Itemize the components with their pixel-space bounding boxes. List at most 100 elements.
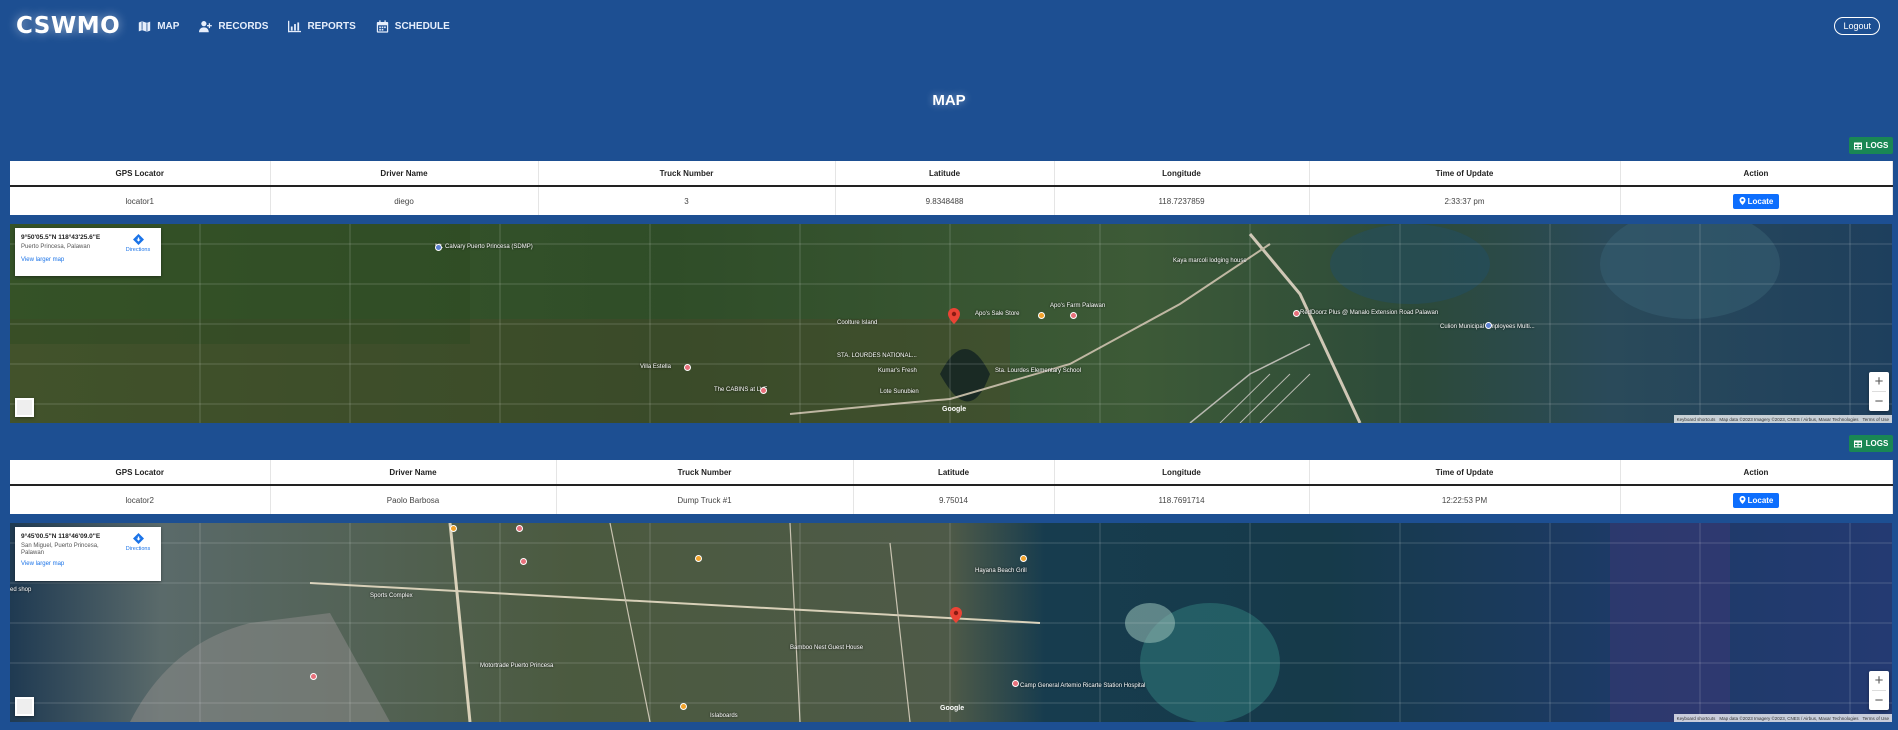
map-data-text: Map data ©2023 Imagery ©2023, CNES / Air… [1719, 715, 1859, 721]
cell-lat: 9.75014 [853, 485, 1055, 514]
brand-logo[interactable]: CSWMO [16, 13, 120, 39]
col-header-lat: Latitude [835, 161, 1055, 187]
col-header-driver: Driver Name [270, 161, 539, 187]
map-label: Sta. Lourdes Elementary School [995, 368, 1082, 374]
cell-lng: 118.7691714 [1054, 485, 1310, 514]
cell-action: Locate [1620, 485, 1893, 514]
locator-table-2: GPS Locator Driver Name Truck Number Lat… [10, 460, 1893, 514]
col-header-lng: Longitude [1054, 460, 1310, 486]
map-label: ed shop [10, 587, 32, 593]
map-label: Lote Sunubien [880, 389, 919, 395]
zoom-control: + − [1869, 671, 1889, 710]
table-row: locator1 diego 3 9.8348488 118.7237859 2… [10, 186, 1893, 215]
page-title: MAP [932, 92, 966, 109]
map-attribution: Keyboard shortcuts Map data ©2023 Imager… [1673, 415, 1892, 423]
table-header-row: GPS Locator Driver Name Truck Number Lat… [10, 161, 1893, 187]
col-header-gps: GPS Locator [10, 460, 271, 486]
table-header-row: GPS Locator Driver Name Truck Number Lat… [10, 460, 1893, 486]
poi-marker[interactable] [680, 703, 687, 710]
google-logo: Google [940, 705, 965, 712]
poi-marker[interactable] [1293, 310, 1300, 317]
cell-truck: Dump Truck #1 [556, 485, 854, 514]
logs-button-2[interactable]: LOGS [1849, 435, 1893, 452]
zoom-in-button[interactable]: + [1869, 372, 1889, 391]
col-header-truck: Truck Number [538, 161, 836, 187]
directions-link[interactable]: Directions [123, 533, 153, 552]
nav-schedule-label: SCHEDULE [394, 20, 450, 32]
map-label: Mt. Calvary Puerto Princesa (SDMP) [435, 244, 533, 250]
directions-icon [132, 533, 144, 544]
poi-marker[interactable] [684, 364, 691, 371]
nav-reports-label: REPORTS [307, 20, 356, 32]
view-larger-map-link[interactable]: View larger map [21, 257, 155, 263]
nav-map[interactable]: MAP [138, 20, 179, 33]
nav-records[interactable]: RECORDS [199, 20, 268, 33]
logs-label: LOGS [1865, 141, 1889, 150]
map-marker-icon [1739, 496, 1746, 504]
col-header-driver: Driver Name [270, 460, 557, 486]
map-type-thumbnail[interactable] [15, 697, 34, 716]
cell-time: 12:22:53 PM [1309, 485, 1621, 514]
map-icon [139, 20, 151, 32]
zoom-in-button[interactable]: + [1869, 671, 1889, 690]
cell-lng: 118.7237859 [1054, 186, 1310, 215]
poi-marker[interactable] [516, 525, 523, 532]
map-place: San Miguel, Puerto Princesa, Palawan [21, 543, 99, 556]
table-icon [1853, 142, 1862, 149]
keyboard-shortcuts-link[interactable]: Keyboard shortcuts [1677, 417, 1716, 422]
map-type-thumbnail[interactable] [15, 398, 34, 417]
terms-link[interactable]: Terms of Use [1862, 417, 1889, 422]
locate-label: Locate [1747, 495, 1774, 505]
map-label: Sports Complex [370, 593, 413, 599]
directions-label: Directions [125, 247, 151, 253]
map-view-1[interactable]: Mt. Calvary Puerto Princesa (SDMP) Coolt… [10, 224, 1892, 423]
nav-schedule[interactable]: SCHEDULE [376, 19, 450, 33]
locate-button-2[interactable]: Locate [1732, 492, 1780, 508]
location-pin-icon[interactable] [948, 308, 960, 324]
poi-marker[interactable] [1485, 322, 1492, 329]
col-header-time: Time of Update [1309, 161, 1621, 187]
poi-marker[interactable] [450, 525, 457, 532]
cell-lat: 9.8348488 [835, 186, 1055, 215]
cell-driver: Paolo Barbosa [270, 485, 557, 514]
poi-marker[interactable] [1038, 312, 1045, 319]
cell-driver: diego [270, 186, 539, 215]
poi-marker[interactable] [1020, 555, 1027, 562]
map-view-2[interactable]: Sports Complex Motortrade Puerto Princes… [10, 523, 1892, 722]
zoom-out-button[interactable]: − [1869, 392, 1889, 411]
table-row: locator2 Paolo Barbosa Dump Truck #1 9.7… [10, 485, 1893, 514]
locate-button-1[interactable]: Locate [1732, 193, 1780, 209]
map-label: Islaboards [710, 713, 738, 719]
map-info-card-1: 9°50'05.5"N 118°43'25.6"E Puerto Princes… [15, 228, 161, 276]
cell-gps: locator1 [10, 186, 271, 215]
poi-marker[interactable] [435, 244, 442, 251]
nav-map-label: MAP [157, 20, 180, 32]
poi-marker[interactable] [1070, 312, 1077, 319]
view-larger-map-link[interactable]: View larger map [21, 561, 155, 567]
logout-button[interactable]: Logout [1834, 17, 1880, 35]
directions-link[interactable]: Directions [123, 234, 153, 253]
map-label: Apo's Farm Palawan [1050, 303, 1106, 309]
poi-marker[interactable] [695, 555, 702, 562]
map-label: Camp General Artemio Ricarte Station Hos… [1020, 683, 1146, 689]
logs-button-1[interactable]: LOGS [1849, 137, 1893, 154]
col-header-action: Action [1620, 161, 1893, 187]
poi-marker[interactable] [1012, 680, 1019, 687]
map-label: STA. LOURDES NATIONAL... [837, 353, 917, 359]
poi-marker[interactable] [310, 673, 317, 680]
map-data-text: Map data ©2023 Imagery ©2023, CNES / Air… [1719, 416, 1859, 422]
calendar-icon [376, 19, 388, 33]
map-label: RedDoorz Plus @ Manalo Extension Road Pa… [1300, 310, 1439, 316]
poi-marker[interactable] [760, 387, 767, 394]
cell-action: Locate [1620, 186, 1893, 215]
terms-link[interactable]: Terms of Use [1862, 716, 1889, 721]
nav-reports[interactable]: REPORTS [288, 20, 356, 33]
location-pin-icon[interactable] [950, 607, 962, 623]
map-label: Motortrade Puerto Princesa [480, 663, 554, 669]
zoom-out-button[interactable]: − [1869, 691, 1889, 710]
map-attribution: Keyboard shortcuts Map data ©2023 Imager… [1673, 714, 1892, 722]
col-header-lat: Latitude [853, 460, 1055, 486]
keyboard-shortcuts-link[interactable]: Keyboard shortcuts [1677, 716, 1716, 721]
directions-icon [132, 234, 144, 245]
poi-marker[interactable] [520, 558, 527, 565]
